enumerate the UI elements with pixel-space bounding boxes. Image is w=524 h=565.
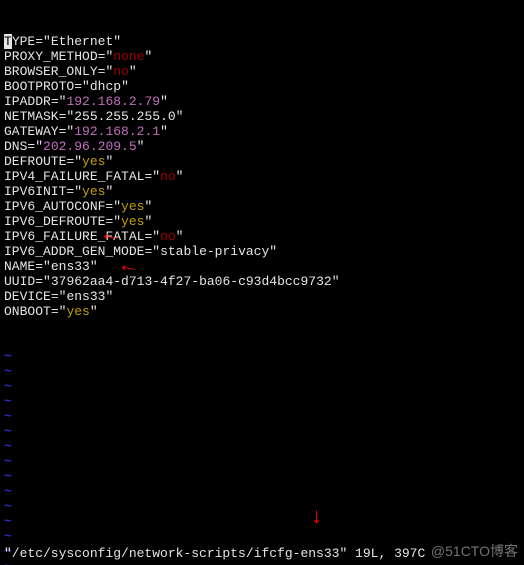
empty-line-region: ~~~~~~~~~~~~~~~	[4, 349, 520, 565]
config-line: IPV6_DEFROUTE="yes"	[4, 214, 520, 229]
config-value: 202.96.209.5	[43, 139, 137, 154]
empty-line-tilde: ~	[4, 454, 520, 469]
empty-line-tilde: ~	[4, 499, 520, 514]
config-line: DNS="202.96.209.5"	[4, 139, 520, 154]
config-value: 192.168.2.1	[74, 124, 160, 139]
empty-line-tilde: ~	[4, 409, 520, 424]
config-line: IPV6_AUTOCONF="yes"	[4, 199, 520, 214]
config-value: yes	[66, 304, 89, 319]
config-line: GATEWAY="192.168.2.1"	[4, 124, 520, 139]
config-value: yes	[82, 154, 105, 169]
config-line: TYPE="Ethernet"	[4, 34, 520, 49]
empty-line-tilde: ~	[4, 424, 520, 439]
config-line: IPV6_FAILURE_FATAL="no"	[4, 229, 520, 244]
config-line: UUID="37962aa4-d713-4f27-ba06-c93d4bcc97…	[4, 274, 520, 289]
config-value: no	[160, 229, 176, 244]
config-value: yes	[121, 199, 144, 214]
config-value: no	[160, 169, 176, 184]
empty-line-tilde: ~	[4, 514, 520, 529]
empty-line-tilde: ~	[4, 349, 520, 364]
config-value: 255.255.255.0	[74, 109, 175, 124]
config-value: 37962aa4-d713-4f27-ba06-c93d4bcc9732	[51, 274, 332, 289]
config-line: NETMASK="255.255.255.0"	[4, 109, 520, 124]
empty-line-tilde: ~	[4, 469, 520, 484]
config-value: 192.168.2.79	[66, 94, 160, 109]
cursor: T	[4, 34, 12, 49]
config-line: DEFROUTE="yes"	[4, 154, 520, 169]
config-value: none	[113, 49, 144, 64]
config-line: DEVICE="ens33"	[4, 289, 520, 304]
config-line: IPV6_ADDR_GEN_MODE="stable-privacy"	[4, 244, 520, 259]
config-line: IPV6INIT="yes"	[4, 184, 520, 199]
config-value: ens33	[66, 289, 105, 304]
empty-line-tilde: ~	[4, 394, 520, 409]
config-line: NAME="ens33"	[4, 259, 520, 274]
empty-line-tilde: ~	[4, 364, 520, 379]
config-line: IPV4_FAILURE_FATAL="no"	[4, 169, 520, 184]
config-line: BROWSER_ONLY="no"	[4, 64, 520, 79]
empty-line-tilde: ~	[4, 529, 520, 544]
config-line: IPADDR="192.168.2.79"	[4, 94, 520, 109]
config-line: ONBOOT="yes"	[4, 304, 520, 319]
config-line: PROXY_METHOD="none"	[4, 49, 520, 64]
config-line: BOOTPROTO="dhcp"	[4, 79, 520, 94]
empty-line-tilde: ~	[4, 484, 520, 499]
empty-line-tilde: ~	[4, 379, 520, 394]
vi-editor-viewport[interactable]: TYPE="Ethernet"PROXY_METHOD="none"BROWSE…	[0, 0, 524, 565]
empty-line-tilde: ~	[4, 439, 520, 454]
config-value: Ethernet	[51, 34, 113, 49]
config-value: ens33	[51, 259, 90, 274]
config-value: yes	[121, 214, 144, 229]
config-value: stable-privacy	[160, 244, 269, 259]
config-value: yes	[82, 184, 105, 199]
vi-status-line: "/etc/sysconfig/network-scripts/ifcfg-en…	[4, 546, 425, 561]
file-content: TYPE="Ethernet"PROXY_METHOD="none"BROWSE…	[4, 34, 520, 319]
config-value: dhcp	[90, 79, 121, 94]
config-value: no	[113, 64, 129, 79]
